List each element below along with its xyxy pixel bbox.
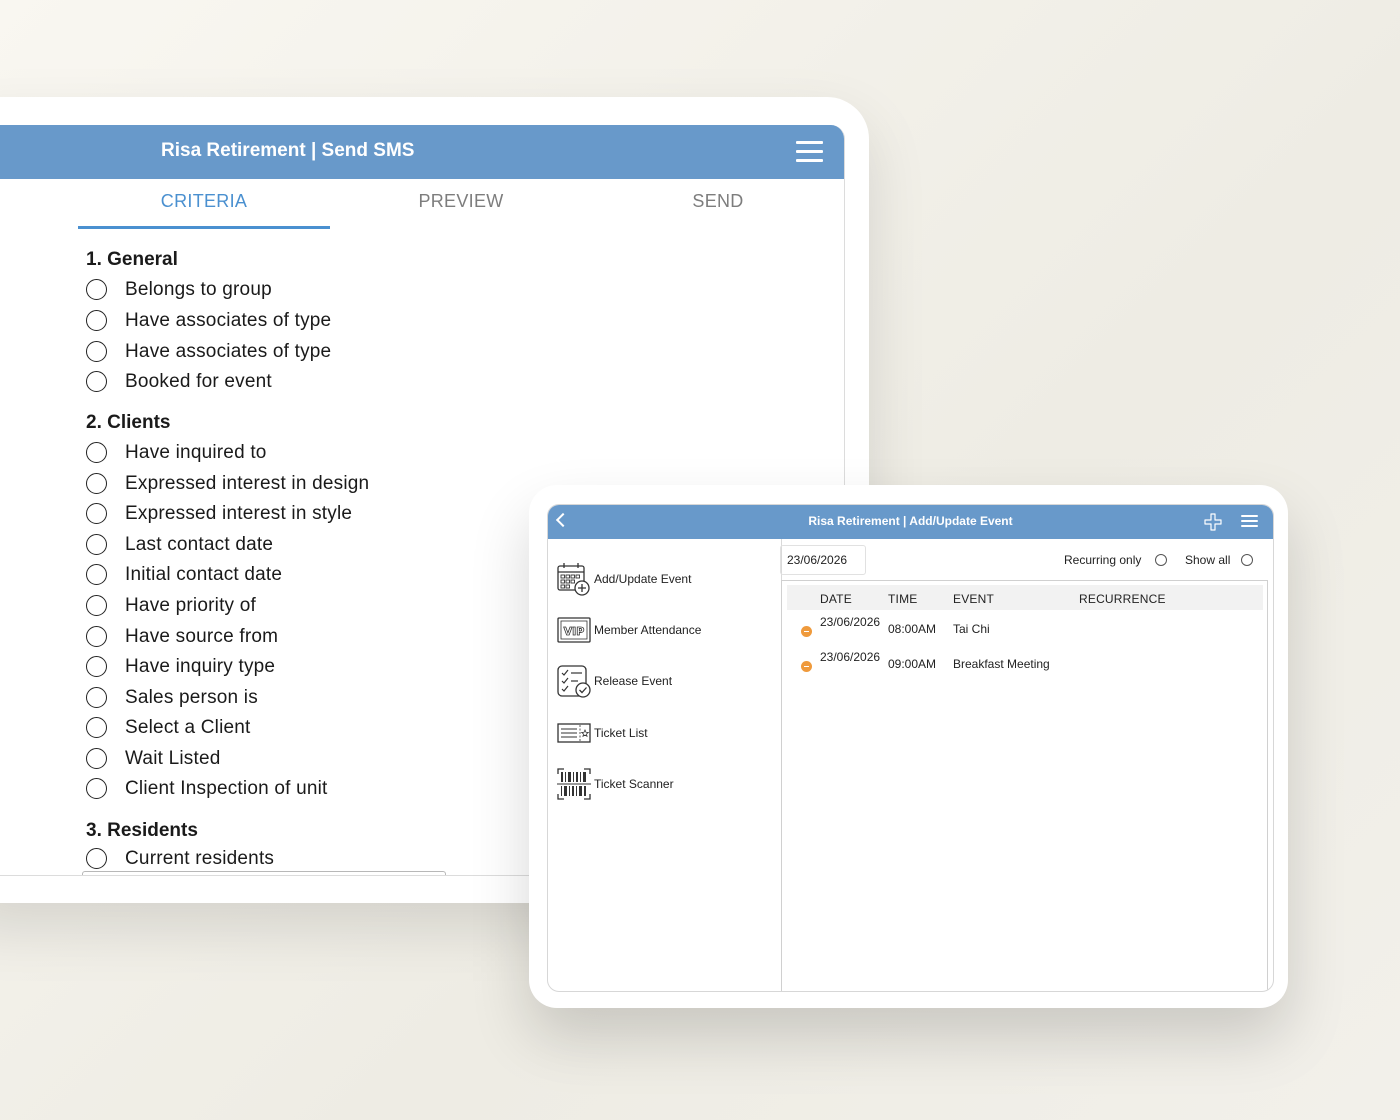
checklist-icon (557, 665, 591, 698)
option-label: Last contact date (125, 534, 274, 555)
sidebar-item-label: Release Event (594, 674, 673, 688)
hamburger-menu-icon[interactable] (796, 141, 823, 168)
option-label: Booked for event (125, 371, 272, 392)
cell-event: Breakfast Meeting (953, 657, 1050, 671)
option-label: Wait Listed (125, 748, 221, 769)
column-header-date[interactable]: DATE (820, 592, 852, 606)
radio-button[interactable] (86, 473, 107, 494)
cell-time: 09:00AM (888, 657, 937, 671)
option-label: Have inquiry type (125, 656, 276, 677)
sidebar-item-label: Add/Update Event (594, 572, 692, 586)
page-title: Risa Retirement | Add/Update Event (808, 514, 1013, 528)
radio-button[interactable] (86, 626, 107, 647)
radio-button[interactable] (86, 310, 107, 331)
option-label: Have associates of type (125, 341, 332, 362)
table-row[interactable]: 23/06/2026 08:00AM Tai Chi (782, 615, 1262, 647)
column-header-event[interactable]: EVENT (953, 592, 994, 606)
column-header-time[interactable]: TIME (888, 592, 917, 606)
option-label: Select a Client (125, 717, 251, 738)
show-all-radio[interactable] (1241, 554, 1253, 566)
cell-date: 23/06/2026 (820, 650, 881, 664)
radio-button[interactable] (86, 778, 107, 799)
add-update-event-screen: Risa Retirement | Add/Update Event Add/U… (547, 504, 1274, 992)
sidebar-item-release-event[interactable]: Release Event (556, 663, 776, 699)
radio-button[interactable] (86, 687, 107, 708)
option-label: Have inquired to (125, 442, 267, 463)
radio-button[interactable] (86, 279, 107, 300)
status-dot-icon (801, 626, 812, 637)
radio-button[interactable] (86, 503, 107, 524)
sidebar-item-ticket-scanner[interactable]: Ticket Scanner (556, 766, 776, 802)
radio-button[interactable] (86, 848, 107, 869)
option-label: Belongs to group (125, 279, 272, 300)
cell-event: Tai Chi (953, 622, 990, 636)
radio-button[interactable] (86, 534, 107, 555)
ticket-list-icon (557, 723, 591, 743)
sidebar-item-label: Ticket List (594, 726, 648, 740)
option-label: Have source from (125, 626, 279, 647)
sidebar-item-member-attendance[interactable]: VIP Member Attendance (556, 612, 776, 648)
events-table: DATE TIME EVENT RECURRENCE 23/06/2026 08… (781, 580, 1268, 991)
radio-button[interactable] (86, 564, 107, 585)
option-label: Client Inspection of unit (125, 778, 328, 799)
radio-button[interactable] (86, 341, 107, 362)
table-row[interactable]: 23/06/2026 09:00AM Breakfast Meeting (782, 650, 1262, 682)
radio-button[interactable] (86, 717, 107, 738)
option-label: Current residents (125, 848, 275, 869)
option-label: Have priority of (125, 595, 256, 616)
sidebar-item-ticket-list[interactable]: Ticket List (556, 715, 776, 751)
radio-button[interactable] (86, 595, 107, 616)
option-label: Sales person is (125, 687, 258, 708)
option-label: Have associates of type (125, 310, 332, 331)
option-label: Expressed interest in style (125, 503, 353, 524)
radio-button[interactable] (86, 442, 107, 463)
section-title-general: 1. General (86, 249, 178, 270)
sidebar-item-label: Ticket Scanner (594, 777, 674, 791)
calendar-add-icon (557, 563, 590, 596)
cell-date: 23/06/2026 (820, 615, 881, 629)
cell-time: 08:00AM (888, 622, 937, 636)
radio-button[interactable] (86, 748, 107, 769)
active-tab-indicator (78, 226, 330, 229)
section-title-clients: 2. Clients (86, 412, 171, 433)
app-header: Risa Retirement | Add/Update Event (548, 505, 1273, 539)
section-title-residents: 3. Residents (86, 820, 198, 841)
horizontal-scrollbar[interactable] (82, 871, 446, 875)
sidebar-item-label: Member Attendance (594, 623, 702, 637)
table-header: DATE TIME EVENT RECURRENCE (787, 585, 1263, 610)
radio-button[interactable] (86, 656, 107, 677)
tablet-add-update-event: Risa Retirement | Add/Update Event Add/U… (529, 485, 1288, 1008)
recurring-only-radio[interactable] (1155, 554, 1167, 566)
status-dot-icon (801, 661, 812, 672)
hamburger-menu-icon[interactable] (1241, 515, 1258, 530)
svg-text:VIP: VIP (564, 625, 585, 638)
tab-criteria[interactable]: CRITERIA (104, 191, 304, 212)
column-header-recurrence[interactable]: RECURRENCE (1079, 592, 1166, 606)
tab-preview[interactable]: PREVIEW (361, 191, 561, 212)
tab-send[interactable]: SEND (618, 191, 818, 212)
recurring-only-label: Recurring only (1064, 553, 1142, 567)
vip-ticket-icon: VIP (557, 617, 591, 643)
option-label: Initial contact date (125, 564, 283, 585)
date-input[interactable]: 23/06/2026 (780, 545, 866, 575)
sidebar-item-add-update-event[interactable]: Add/Update Event (556, 561, 776, 597)
radio-button[interactable] (86, 371, 107, 392)
barcode-scanner-icon (557, 768, 591, 800)
page-title: Risa Retirement | Send SMS (161, 140, 415, 161)
add-plus-icon[interactable] (1203, 512, 1223, 532)
option-label: Expressed interest in design (125, 473, 370, 494)
app-header: Risa Retirement | Send SMS (0, 125, 844, 179)
show-all-label: Show all (1185, 553, 1231, 567)
